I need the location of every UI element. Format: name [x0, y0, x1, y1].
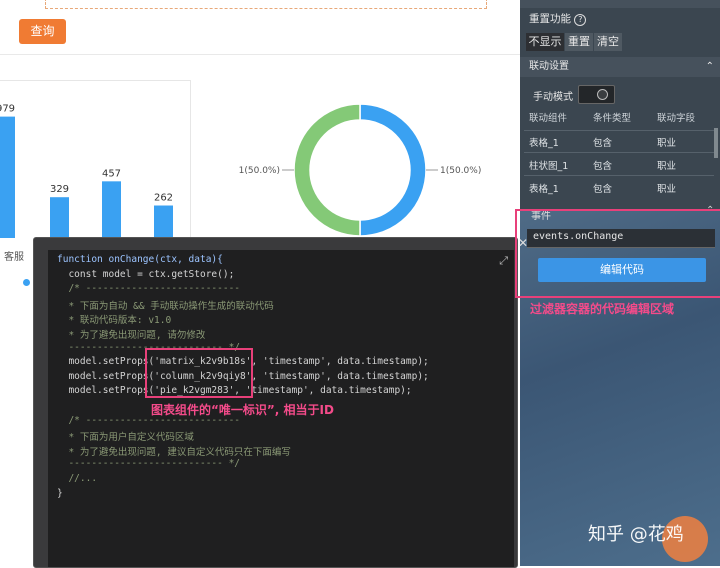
reset-title: 重置功能 ?: [529, 11, 587, 26]
pie-chart: 1(50.0%) 1(50.0%): [239, 103, 481, 237]
segment-clear[interactable]: 清空: [594, 33, 622, 51]
table-header-field: 联动字段: [657, 113, 696, 124]
code-line: * 下面为用户自定义代码区域: [57, 432, 194, 444]
code-line: * 为了避免出现问题, 建议自定义代码只在下面编写: [57, 446, 291, 458]
code-line: * 联动代码版本: v1.0: [57, 315, 172, 327]
bar-data-label: 329: [50, 184, 69, 195]
table-cell[interactable]: 职业: [657, 158, 676, 172]
code-line: const model = ctx.getStore();: [57, 268, 235, 280]
chevron-up-icon[interactable]: ⌃: [706, 57, 714, 77]
code-line: --------------------------- */: [57, 458, 241, 470]
table-cell[interactable]: 包含: [593, 135, 612, 149]
bar: [50, 197, 69, 238]
code-area-annotation: 过滤器容器的代码编辑区域: [530, 302, 675, 316]
pagination-dot[interactable]: [23, 279, 30, 286]
table-scrollbar[interactable]: [714, 128, 718, 158]
events-value: events.onChange: [533, 231, 624, 242]
bar-data-label: 457: [102, 168, 121, 179]
bar-data-label: 262: [154, 193, 173, 204]
pie-slice: [293, 103, 361, 237]
watermark: 知乎 @花鸡: [588, 524, 684, 545]
table-cell[interactable]: 职业: [657, 135, 676, 149]
code-line: * 为了避免出现问题, 请勿修改: [57, 330, 206, 341]
code-line: * 下面为自动 && 手动联动操作生成的联动代码: [57, 300, 274, 312]
table-header-condition: 条件类型: [593, 113, 632, 124]
segment-hide[interactable]: 不显示: [526, 33, 564, 51]
code-line: /* ---------------------------: [57, 283, 241, 295]
manual-mode-toggle[interactable]: [578, 85, 615, 104]
bar: [154, 205, 173, 238]
edit-code-button[interactable]: 编辑代码: [538, 258, 706, 282]
help-icon[interactable]: ?: [574, 14, 587, 26]
table-header-component: 联动组件: [529, 113, 568, 124]
pie-label: 1(50.0%): [440, 166, 481, 176]
code-line: function onChange(ctx, data){: [57, 254, 223, 265]
code-line: //...: [57, 473, 98, 484]
expand-icon[interactable]: ⤢: [499, 254, 508, 268]
manual-mode-label: 手动模式: [533, 92, 573, 103]
linkage-title: 联动设置: [529, 61, 569, 72]
bar-chart: 979 329 457 262 客服: [0, 104, 173, 263]
chevron-up-icon[interactable]: ⌃: [706, 205, 714, 216]
table-cell[interactable]: 职业: [657, 181, 676, 195]
close-icon[interactable]: ✕: [518, 236, 528, 250]
bar-category-label: 客服: [4, 250, 24, 263]
segment-reset[interactable]: 重置: [565, 33, 593, 51]
pie-label: 1(50.0%): [239, 166, 280, 176]
bar: [0, 116, 15, 238]
table-cell[interactable]: 包含: [593, 181, 612, 195]
bar-data-label: 979: [0, 104, 15, 115]
code-line: }: [57, 487, 63, 499]
pie-slice: [359, 103, 427, 237]
table-cell[interactable]: 表格_1: [529, 181, 559, 195]
bar: [102, 181, 121, 238]
events-highlight-box: [515, 209, 720, 298]
panel-top-strip: [520, 0, 720, 8]
table-cell[interactable]: 表格_1: [529, 135, 559, 149]
table-cell[interactable]: 柱状图_1: [529, 158, 568, 172]
linkage-section-header[interactable]: 联动设置 ⌃: [520, 57, 720, 77]
id-annotation: 图表组件的“唯一标识”, 相当于ID: [149, 401, 336, 418]
table-cell[interactable]: 包含: [593, 158, 612, 172]
id-highlight-box: [145, 348, 253, 398]
